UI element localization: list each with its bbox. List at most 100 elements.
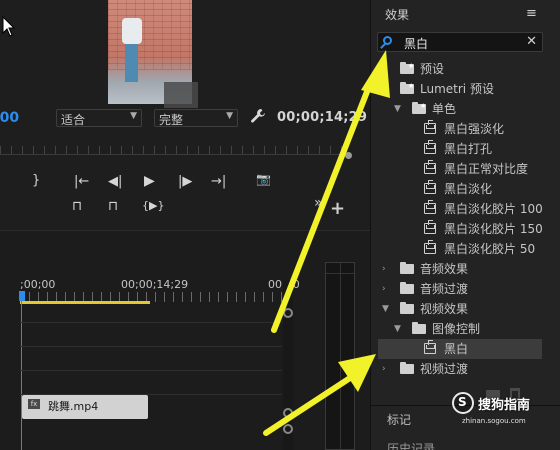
scroll-handle[interactable] [283, 308, 293, 318]
blurred-region [164, 82, 198, 108]
effect-item[interactable]: 黑白淡化 [378, 179, 542, 199]
sogou-logo-icon: S [452, 392, 474, 414]
export-frame-camera-icon[interactable]: 📷 [256, 172, 271, 186]
effect-label: 音频过渡 [420, 282, 469, 296]
go-to-out-button[interactable]: →| [211, 174, 226, 189]
chevron-right-icon[interactable]: › [382, 359, 386, 379]
effect-label: 黑白正常对比度 [444, 162, 529, 176]
panel-menu-icon[interactable]: ≡ [526, 6, 537, 21]
effect-label: 黑白打孔 [444, 142, 493, 156]
scroll-handle[interactable] [283, 408, 293, 418]
effect-folder[interactable]: ▼ 单色 [378, 96, 542, 119]
folder-icon [412, 322, 426, 334]
effect-preset-icon [424, 340, 436, 354]
timeline-vertical-scrollbar[interactable] [283, 280, 293, 450]
effect-item[interactable]: 黑白正常对比度 [378, 159, 542, 179]
markers-panel-tab[interactable]: 标记 [387, 411, 411, 428]
effect-item[interactable]: 黑白淡化胶片 100 [378, 199, 543, 219]
effect-label: 黑白淡化 [444, 182, 493, 196]
folder-icon [400, 56, 414, 76]
effect-item[interactable]: 黑白打孔 [378, 139, 542, 159]
track-divider [20, 322, 282, 323]
chevron-down-icon: ▼ [226, 111, 233, 121]
folder-icon [400, 262, 414, 274]
timeline-tick-label: ;00;00 [20, 278, 56, 291]
effect-preset-icon [424, 140, 436, 154]
go-to-in-button[interactable]: |← [74, 174, 89, 189]
effect-label: 图像控制 [432, 322, 481, 336]
chevron-down-icon[interactable]: ▼ [394, 319, 401, 339]
effect-folder[interactable]: › Lumetri 预设 [378, 76, 542, 99]
duration-timecode: 00;00;14;29 [277, 110, 368, 125]
effect-folder[interactable]: ▼ 图像控制 [378, 319, 542, 339]
effect-label: 黑白淡化胶片 150 [444, 222, 543, 236]
effect-label: 黑白强淡化 [444, 122, 505, 136]
chevron-down-icon: ▼ [130, 111, 137, 121]
current-timecode[interactable]: ;00 [0, 110, 19, 126]
chevron-down-icon[interactable]: ▼ [394, 99, 401, 119]
more-controls-button[interactable]: » [314, 195, 323, 211]
step-forward-button[interactable]: |▶ [178, 174, 192, 189]
chevron-right-icon[interactable]: › [382, 279, 386, 299]
dancer-figure [120, 18, 144, 88]
scroll-handle[interactable] [283, 424, 293, 434]
lift-button[interactable]: ⊓ [72, 199, 82, 214]
work-area-bar[interactable] [20, 301, 150, 304]
effect-item[interactable]: 黑白淡化胶片 50 [378, 239, 542, 259]
effect-folder[interactable]: ▼ 视频效果 [378, 299, 542, 319]
effect-label: 黑白 [444, 342, 469, 356]
watermark-text: 搜狗指南 [478, 398, 531, 413]
effect-label: 单色 [432, 102, 457, 116]
effect-preset-icon [424, 220, 436, 234]
effect-folder[interactable]: › 视频过渡 [378, 359, 542, 379]
audio-meter [325, 262, 355, 450]
folder-icon [400, 362, 414, 374]
track-divider [20, 346, 282, 347]
chevron-right-icon[interactable]: › [382, 259, 386, 279]
effect-item[interactable]: 黑白 [378, 339, 542, 359]
timeline-playhead[interactable] [19, 291, 25, 301]
folder-icon [400, 282, 414, 294]
effect-item[interactable]: 黑白淡化胶片 150 [378, 219, 543, 239]
trim-button[interactable]: {▶} [142, 199, 164, 212]
chevron-right-icon[interactable]: › [382, 59, 386, 79]
monitor-playhead[interactable] [345, 152, 352, 159]
effect-folder[interactable]: › 音频过渡 [378, 279, 542, 299]
mouse-cursor-icon [2, 16, 16, 37]
folder-icon [400, 302, 414, 314]
chevron-down-icon[interactable]: ▼ [382, 299, 389, 319]
chevron-right-icon[interactable]: › [382, 79, 386, 99]
wrench-icon[interactable] [250, 108, 266, 124]
effect-label: 预设 [420, 62, 445, 76]
effect-preset-icon [424, 120, 436, 134]
step-back-button[interactable]: ◀| [108, 174, 122, 189]
video-clip[interactable]: fx 跳舞.mp4 [22, 395, 148, 419]
effect-item[interactable]: 黑白强淡化 [378, 119, 542, 139]
track-divider [20, 370, 282, 371]
effect-preset-icon [424, 240, 436, 254]
effect-label: 音频效果 [420, 262, 469, 276]
play-button[interactable]: ▶ [144, 173, 155, 189]
clear-search-icon[interactable]: ✕ [526, 34, 537, 49]
effect-folder[interactable]: › 预设 [378, 56, 542, 79]
effects-search-field[interactable]: 黑白 ✕ [377, 32, 543, 52]
zoom-fit-select[interactable]: 适合 ▼ [56, 109, 142, 127]
button-editor-add-button[interactable]: + [330, 198, 345, 219]
playback-resolution-select[interactable]: 完整 ▼ [154, 109, 238, 127]
search-value[interactable]: 黑白 [404, 35, 428, 52]
effect-folder[interactable]: › 音频效果 [378, 259, 542, 279]
clip-name: 跳舞.mp4 [48, 400, 99, 413]
fx-badge: fx [28, 399, 40, 409]
folder-icon [412, 96, 426, 116]
playback-resolution-value: 完整 [159, 113, 184, 127]
extract-button[interactable]: ⊓ [108, 199, 118, 214]
monitor-ruler-baseline [0, 154, 352, 155]
effects-panel-title[interactable]: 效果 [385, 6, 409, 23]
monitor-time-ruler[interactable] [0, 146, 352, 154]
folder-icon [400, 76, 414, 96]
effect-label: Lumetri 预设 [420, 82, 494, 96]
history-panel-tab[interactable]: 历史记录 [387, 440, 435, 450]
effect-preset-icon [424, 180, 436, 194]
search-icon [383, 36, 392, 45]
mark-out-button[interactable]: } [32, 173, 40, 188]
